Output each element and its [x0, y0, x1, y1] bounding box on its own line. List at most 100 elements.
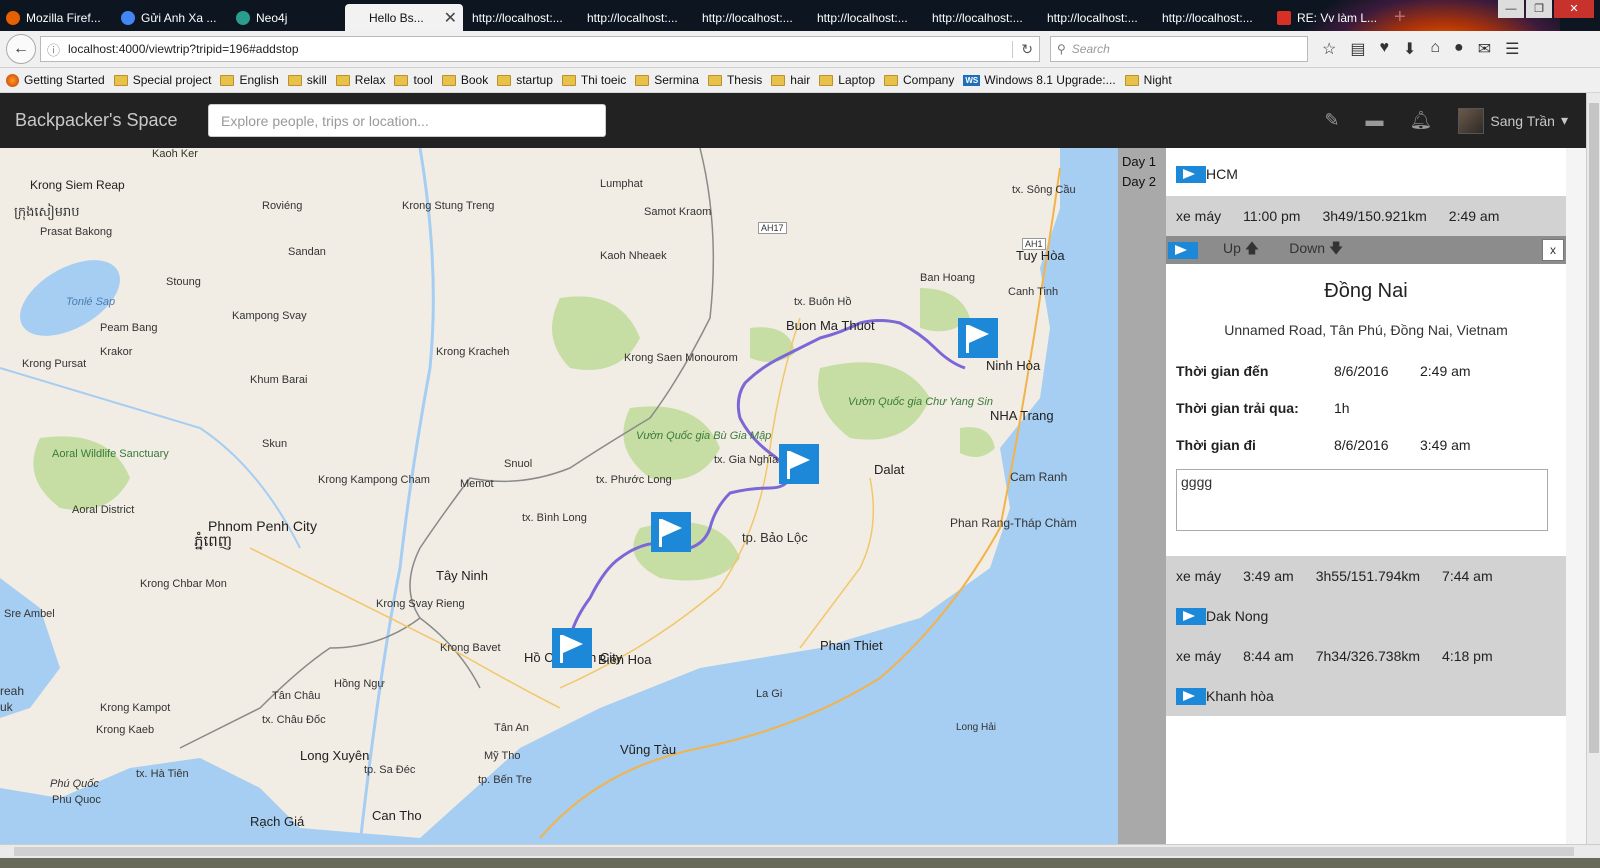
minimize-icon[interactable]: — — [1498, 0, 1524, 18]
map-label: Sre Ambel — [4, 608, 55, 620]
map-label: Long Xuyên — [300, 748, 370, 763]
bookmarks-bar: Getting Started Special project English … — [0, 68, 1600, 93]
stop-row-dak-nong[interactable]: Dak Nong — [1166, 596, 1566, 636]
bookmark-getting-started[interactable]: Getting Started — [6, 73, 105, 87]
map-label: Phu Quoc — [52, 794, 101, 806]
bookmark-folder[interactable]: Thi toeic — [561, 73, 627, 87]
scroll-thumb[interactable] — [1589, 103, 1599, 753]
stop-note-textarea[interactable]: gggg — [1176, 469, 1548, 531]
map-flag-marker-dak-nong[interactable] — [779, 444, 819, 484]
map-label: tx. Châu Đốc — [262, 714, 326, 726]
chat-icon[interactable]: ▬ — [1366, 110, 1384, 131]
bookmark-label: startup — [516, 73, 553, 87]
tab-gmail-group[interactable]: Gửi Anh Xa ... — [115, 4, 227, 31]
folder-icon — [220, 74, 235, 86]
bookmark-star-icon[interactable]: ☆ — [1322, 39, 1336, 59]
move-down-button[interactable]: Down 🡇 — [1289, 238, 1343, 262]
trip-map[interactable]: Kaoh Ker Krong Siem Reap ក្រុងសៀមរាប Pra… — [0, 148, 1118, 844]
day-list: Day 1 Day 2 — [1118, 148, 1166, 844]
bookmark-label: Thi toeic — [580, 73, 627, 87]
map-flag-marker-khanh-hoa[interactable] — [958, 318, 998, 358]
move-up-button[interactable]: Up 🡅 — [1223, 238, 1259, 262]
pocket-icon[interactable]: ♥ — [1379, 39, 1389, 59]
map-label: Snuol — [504, 458, 533, 470]
departure-time[interactable]: 3:49 am — [1420, 437, 1471, 453]
bookmark-folder[interactable]: skill — [287, 73, 327, 87]
tab-localhost[interactable]: http://localhost:... — [1041, 4, 1153, 31]
window-close-icon[interactable]: ✕ — [1554, 0, 1594, 18]
bell-icon[interactable]: 🔔︎ — [1410, 110, 1433, 131]
scroll-thumb[interactable] — [14, 847, 1574, 856]
menu-icon[interactable]: ☰ — [1505, 39, 1519, 59]
highway-shield: AH17 — [758, 222, 787, 234]
tab-localhost[interactable]: http://localhost:... — [811, 4, 923, 31]
day-2-tab[interactable]: Day 2 — [1118, 174, 1166, 194]
url-text: localhost:4000/viewtrip?tripid=196#addst… — [68, 42, 299, 56]
bookmark-label: Special project — [132, 73, 212, 87]
close-tab-icon[interactable]: ✕ — [444, 8, 457, 28]
page-horizontal-scrollbar[interactable] — [0, 844, 1600, 858]
bookmark-folder[interactable]: English — [220, 73, 279, 87]
home-icon[interactable]: ⌂ — [1430, 39, 1440, 59]
bookmark-folder[interactable]: Night — [1124, 73, 1172, 87]
tab-label: http://localhost:... — [817, 10, 908, 25]
stop-row-hcm[interactable]: HCM — [1166, 148, 1566, 196]
url-bar[interactable]: ⓘ localhost:4000/viewtrip?tripid=196#add… — [40, 36, 1040, 62]
arrival-date[interactable]: 8/6/2016 — [1334, 363, 1420, 379]
bookmark-folder[interactable]: hair — [771, 73, 810, 87]
spent-value[interactable]: 1h — [1334, 400, 1420, 416]
arrival-time[interactable]: 2:49 am — [1420, 363, 1471, 379]
tab-localhost[interactable]: http://localhost:... — [1156, 4, 1268, 31]
explore-search-input[interactable]: Explore people, trips or location... — [208, 104, 606, 137]
panel-scrollbar[interactable] — [1566, 148, 1586, 844]
stop-row-khanh-hoa[interactable]: Khanh hòa — [1166, 676, 1566, 716]
bookmark-folder[interactable]: Special project — [113, 73, 212, 87]
map-label: Vũng Tàu — [620, 742, 677, 757]
map-flag-marker-hcm[interactable] — [552, 628, 592, 668]
tab-hello-bs[interactable]: Hello Bs... ✕ — [345, 4, 463, 31]
leg-duration-distance: 7h34/326.738km — [1315, 648, 1421, 664]
tab-gmail-re[interactable]: RE: Vv làm L... — [1271, 4, 1383, 31]
map-flag-marker-dong-nai[interactable] — [651, 512, 691, 552]
restore-icon[interactable]: ❐ — [1526, 0, 1552, 18]
tab-localhost[interactable]: http://localhost:... — [466, 4, 578, 31]
user-menu[interactable]: Sang Trần ▾ — [1458, 107, 1568, 134]
back-button[interactable]: ← — [6, 34, 36, 64]
download-icon[interactable]: ⬇ — [1403, 39, 1416, 59]
bookmark-folder[interactable]: startup — [497, 73, 553, 87]
new-tab-button[interactable]: + — [1386, 4, 1414, 31]
bookmark-windows-upgrade[interactable]: WS Windows 8.1 Upgrade:... — [963, 73, 1116, 87]
remove-stop-button[interactable]: x — [1542, 239, 1564, 261]
tab-label: Neo4j — [256, 10, 288, 25]
browser-search-input[interactable]: ⚲ Search — [1050, 36, 1308, 62]
firefox-icon — [6, 73, 19, 87]
reading-list-icon[interactable]: ▤ — [1350, 39, 1365, 59]
tab-neo4j[interactable]: Neo4j — [230, 4, 342, 31]
day-1-tab[interactable]: Day 1 — [1118, 154, 1166, 174]
departure-date[interactable]: 8/6/2016 — [1334, 437, 1420, 453]
brand-logo[interactable]: Backpacker's Space — [15, 110, 205, 131]
mail-icon[interactable]: ✉ — [1478, 39, 1491, 59]
header-actions: ✎ ▬ 🔔︎ Sang Trần ▾ — [1324, 107, 1568, 134]
tab-localhost[interactable]: http://localhost:... — [581, 4, 693, 31]
bookmark-folder[interactable]: Thesis — [707, 73, 762, 87]
tab-mozilla[interactable]: Mozilla Firef... — [0, 4, 112, 31]
site-info-icon[interactable]: ⓘ — [47, 40, 60, 59]
map-label: Kampong Svay — [232, 310, 307, 322]
browser-tab-bar: Mozilla Firef... Gửi Anh Xa ... Neo4j He… — [0, 0, 1600, 31]
tab-localhost[interactable]: http://localhost:... — [926, 4, 1038, 31]
page-vertical-scrollbar[interactable] — [1586, 93, 1600, 844]
arrival-label: Thời gian đến — [1176, 362, 1269, 379]
bookmark-folder[interactable]: Sermina — [635, 73, 699, 87]
bookmark-folder[interactable]: tool — [394, 73, 433, 87]
tab-localhost[interactable]: http://localhost:... — [696, 4, 808, 31]
bookmark-folder[interactable]: Laptop — [819, 73, 875, 87]
pencil-icon[interactable]: ✎ — [1324, 110, 1339, 131]
map-label: Dalat — [874, 462, 905, 477]
reload-icon[interactable]: ↻ — [1012, 40, 1033, 58]
bookmark-folder[interactable]: Book — [441, 73, 488, 87]
adblock-icon[interactable]: ● — [1454, 39, 1464, 59]
bookmark-folder[interactable]: Relax — [335, 73, 385, 87]
bookmark-folder[interactable]: Company — [884, 73, 954, 87]
map-label: Peam Bang — [100, 322, 158, 334]
